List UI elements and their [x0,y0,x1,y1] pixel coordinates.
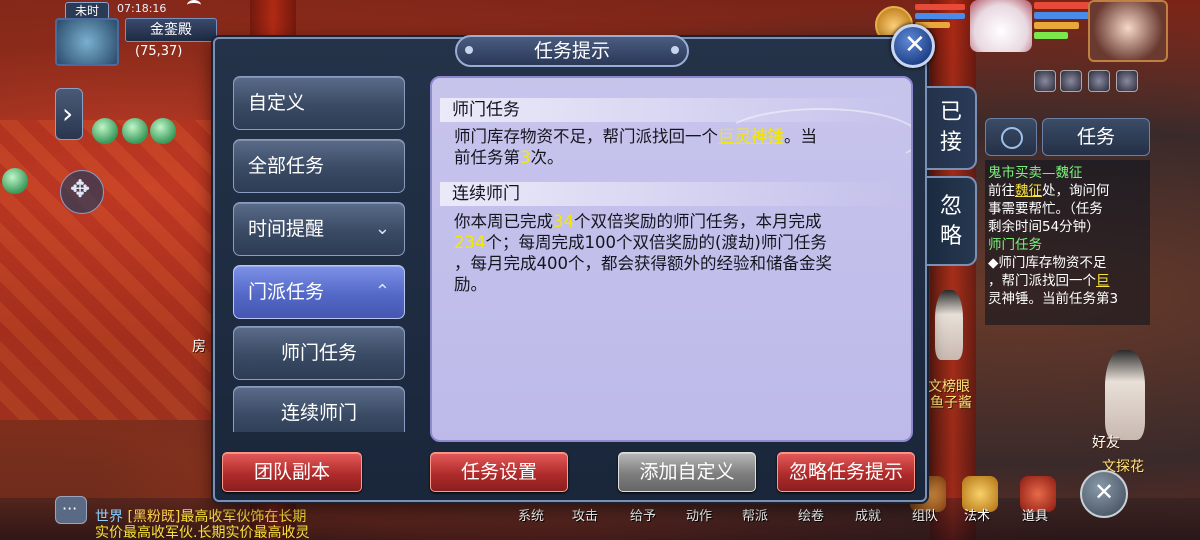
section-title: 师门任务 [440,98,900,122]
category-list[interactable]: 自定义 全部任务 时间提醒 ⌄ 门派任务 ⌃ 师门任务 连续师门 [233,76,407,432]
player-portrait[interactable] [1088,0,1168,62]
dock-attack[interactable]: 攻击 [572,505,598,524]
jade-ornament [122,118,148,144]
category-time-reminder[interactable]: 时间提醒 ⌄ [233,202,405,256]
category-sect-tasks[interactable]: 门派任务 ⌃ [233,265,405,319]
item-link[interactable]: 巨灵神锤 [718,127,784,146]
task-tracker-list[interactable]: 鬼市买卖—魏征 前往魏征处，询问何 事需要帮忙。（任务 剩余时间54分钟） 师门… [985,160,1150,325]
tab-ignored[interactable]: 忽 略 [927,176,977,266]
section-text: ，每月完成400个，都会获得额外的经验和储备金奖 [454,254,832,273]
chat-icon[interactable] [55,496,87,524]
section-text: 你本周已完成34个双倍奖励的师门任务，本月完成 [454,212,822,231]
jade-ornament [2,168,28,194]
dialog-title: 任务提示 [455,35,689,67]
location-name[interactable]: 金銮殿 [125,18,217,42]
dock-spell[interactable]: 法术 [964,505,990,524]
subcategory-master-task[interactable]: 师门任务 [233,326,405,380]
expand-arrow-icon[interactable] [55,88,83,140]
tracker-task-desc: ◆师门库存物资不足 [988,255,1107,271]
move-arrows-icon[interactable] [60,170,104,214]
player-status-bars [1034,2,1090,42]
subcategory-continuous-master[interactable]: 连续师门 [233,386,405,432]
summon-avatar[interactable] [970,0,1032,52]
tracker-task-desc: ，帮门派找回一个巨 [988,273,1110,289]
task-settings-button[interactable]: 任务设置 [430,452,568,492]
add-custom-button[interactable]: 添加自定义 [618,452,756,492]
dock-team[interactable]: 组队 [912,505,938,524]
tracker-task-name[interactable]: 鬼市买卖—魏征 [988,164,1147,182]
tracker-timer-button[interactable] [985,118,1037,156]
location-coords: (75,37) [135,44,183,59]
category-custom[interactable]: 自定义 [233,76,405,130]
dock-achievement[interactable]: 成就 [855,505,881,524]
chat-line[interactable]: 实价最高收军伙.长期实价最高收灵 [95,522,309,540]
tracker-task-desc: 前往魏征处，询问何 [988,183,1110,199]
wifi-icon [187,0,201,10]
dock-action[interactable]: 动作 [686,505,712,524]
jade-ornament [150,118,176,144]
dock-give[interactable]: 给予 [630,505,656,524]
location-hud: 未时 07:18:16 金銮殿 (75,37) [55,0,220,66]
red-carpet [0,120,220,420]
tracker-task-name[interactable]: 师门任务 [988,236,1147,254]
npc-link[interactable]: 魏征 [1015,183,1042,199]
task-detail-panel: 师门任务 师门库存物资不足，帮门派找回一个巨灵神锤。当 前任务第3次。 连续师门… [430,76,913,442]
tracker-task-desc: 灵神锤。当前任务第3 [988,291,1119,307]
dock-items[interactable]: 道具 [1022,505,1048,524]
clock-icon [1001,127,1023,149]
section-text: 234个；每周完成100个双倍奖励的(渡劫)师门任务 [454,233,827,252]
npc-character[interactable] [935,290,963,360]
ignore-task-hint-button[interactable]: 忽略任务提示 [777,452,915,492]
buff-icon[interactable] [1034,70,1056,92]
chevron-down-icon: ⌄ [374,218,390,239]
menu-close-icon[interactable] [1080,470,1128,518]
tracker-task-tab[interactable]: 任务 [1042,118,1150,156]
section-text: 前任务第3次。 [454,148,564,167]
tracker-task-desc: 剩余时间54分钟） [988,219,1100,235]
dock-guild[interactable]: 帮派 [742,505,768,524]
team-dungeon-button[interactable]: 团队副本 [222,452,362,492]
chevron-up-icon: ⌃ [374,281,390,302]
minimap-icon[interactable] [55,18,119,66]
dialog-close-button[interactable]: ✕ [891,24,935,68]
palace-pillar [930,0,976,540]
dock-scroll[interactable]: 绘卷 [798,505,824,524]
npc-character[interactable] [1105,350,1145,440]
buff-icon[interactable] [1060,70,1082,92]
section-text: 励。 [454,275,487,294]
buff-icon[interactable] [1116,70,1138,92]
clock: 07:18:16 [117,2,167,15]
dock-system[interactable]: 系统 [518,505,544,524]
section-text: 师门库存物资不足，帮门派找回一个巨灵神锤。当 [454,127,817,146]
tab-accepted[interactable]: 已 接 [927,86,977,170]
buff-icon[interactable] [1088,70,1110,92]
tracker-task-desc: 事需要帮忙。（任务 [988,201,1103,217]
friend-label[interactable]: 好友 [1092,432,1120,452]
room-label: 房 [192,339,206,355]
jade-ornament [92,118,118,144]
category-all-tasks[interactable]: 全部任务 [233,139,405,193]
item-link[interactable]: 巨 [1096,273,1110,289]
section-title: 连续师门 [440,182,900,206]
player-name-label[interactable]: 鱼子酱 [930,392,972,412]
close-icon: ✕ [904,30,926,60]
